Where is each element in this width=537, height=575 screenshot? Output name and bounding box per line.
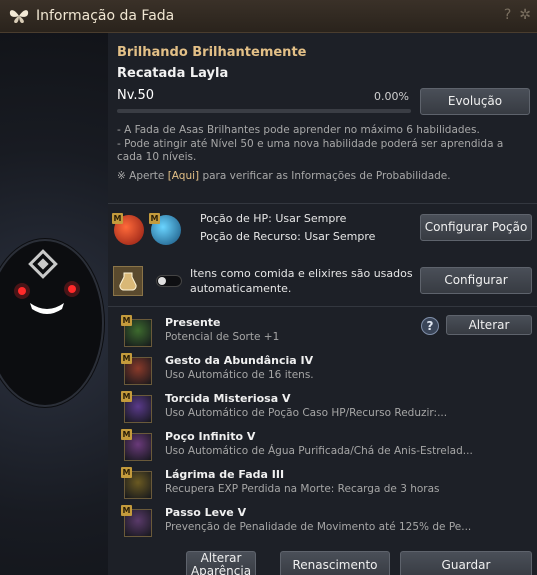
skill-description: Potencial de Sorte +1 (165, 331, 280, 343)
food-auto-line-2: automaticamente. (190, 282, 292, 295)
exp-bar (117, 109, 411, 113)
info-line-1: - A Fada de Asas Brilhantes pode aprende… (117, 124, 480, 136)
skill-row[interactable]: M Poço Infinito V Uso Automático de Água P… (108, 428, 537, 466)
divider (108, 203, 537, 204)
fairy-title-name: Brilhando Brilhantemente (117, 45, 307, 60)
divider (108, 306, 537, 307)
skill-name: Passo Leve V (165, 506, 247, 519)
skill-name: Torcida Misteriosa V (165, 392, 291, 405)
evolution-button[interactable]: Evolução (420, 88, 530, 115)
change-skill-button[interactable]: Alterar (446, 315, 532, 335)
skill-description: Recupera EXP Perdida na Morte: Recarga d… (165, 483, 440, 495)
configure-food-button[interactable]: Configurar (420, 267, 532, 294)
probability-prefix: ※ Aperte (117, 170, 168, 182)
help-window-icon[interactable]: ? (504, 7, 511, 23)
skill-name: Gesto da Abundância IV (165, 354, 314, 367)
probability-link[interactable]: [Aqui] (168, 170, 199, 182)
skill-row[interactable]: M Lágrima de Fada III Recupera EXP Perdida… (108, 466, 537, 504)
skill-name: Lágrima de Fada III (165, 468, 285, 481)
skill-tag: M (121, 353, 132, 364)
rebirth-button[interactable]: Renascimento (280, 551, 390, 575)
fairy-portrait (0, 33, 108, 575)
skill-name: Presente (165, 316, 221, 329)
hp-potion-label: Poção de HP: Usar Sempre (200, 212, 347, 225)
fairy-creature-image (0, 238, 105, 408)
skill-tag: M (121, 467, 132, 478)
skill-row[interactable]: M Gesto da Abundância IV Uso Automático de… (108, 352, 537, 390)
skill-tag: M (121, 429, 132, 440)
skill-row[interactable]: M Passo Leve V Prevenção de Penalidade de … (108, 504, 537, 542)
food-auto-line-1: Itens como comida e elixires são usados (190, 267, 413, 280)
help-icon[interactable]: ? (421, 317, 439, 335)
skill-description: Uso Automático de Poção Caso HP/Recurso … (165, 407, 448, 419)
skill-tag: M (121, 505, 132, 516)
probability-suffix: para verificar as Informações de Probabi… (199, 170, 451, 182)
window-title: Informação da Fada (36, 8, 175, 24)
butterfly-icon (9, 10, 29, 23)
info-text: - A Fada de Asas Brilhantes pode aprende… (117, 124, 529, 165)
food-auto-label: Itens como comida e elixires são usados … (190, 266, 413, 296)
skill-description: Uso Automático de 16 itens. (165, 369, 314, 381)
title-bar: Informação da Fada ? ✲ (0, 0, 537, 33)
save-button[interactable]: Guardar (400, 551, 532, 575)
resource-potion-label: Poção de Recurso: Usar Sempre (200, 230, 376, 243)
probability-note: ※ Aperte [Aqui] para verificar as Inform… (117, 170, 451, 182)
fairy-name: Recatada Layla (117, 66, 229, 81)
skill-description: Uso Automático de Água Purificada/Chá de… (165, 445, 473, 457)
skill-row[interactable]: M Torcida Misteriosa V Uso Automático de P… (108, 390, 537, 428)
fairy-level: Nv.50 (117, 88, 155, 103)
food-elixir-icon (113, 266, 143, 296)
fairy-info-panel: Brilhando Brilhantemente Recatada Layla … (108, 33, 537, 575)
skill-tag: M (121, 391, 132, 402)
skill-tag: M (121, 315, 132, 326)
skill-description: Prevenção de Penalidade de Movimento até… (165, 521, 472, 533)
configure-potion-button[interactable]: Configurar Poção (420, 214, 532, 241)
info-line-2: - Pode atingir até Nível 50 e uma nova h… (117, 137, 504, 164)
auto-use-toggle[interactable] (156, 275, 182, 287)
skill-name: Poço Infinito V (165, 430, 256, 443)
resource-potion-tag: M (149, 213, 160, 224)
hp-potion-tag: M (112, 213, 123, 224)
settings-gear-icon[interactable]: ✲ (519, 7, 531, 23)
exp-percent: 0.00% (374, 90, 409, 103)
change-appearance-button[interactable]: Alterar Aparência (186, 551, 256, 575)
